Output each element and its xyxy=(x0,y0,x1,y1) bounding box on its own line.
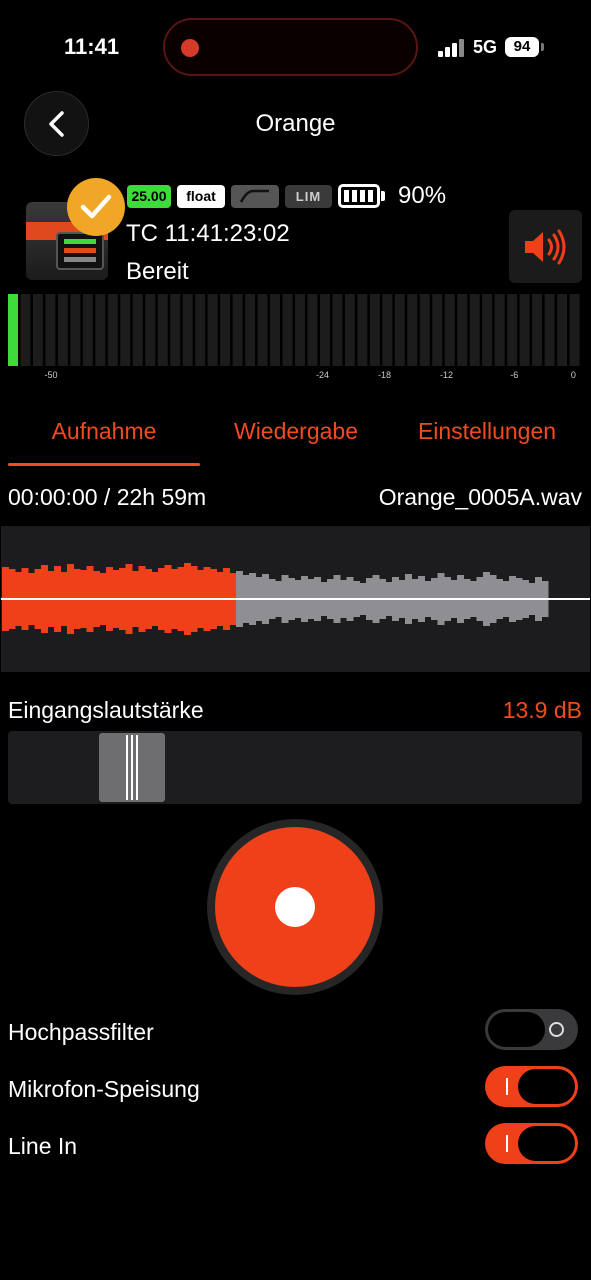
meter-segment xyxy=(482,294,493,366)
meter-segment xyxy=(319,294,330,366)
meter-segment xyxy=(344,294,355,366)
meter-segment xyxy=(457,294,468,366)
meter-segment xyxy=(357,294,368,366)
gain-slider[interactable] xyxy=(8,731,582,804)
tab-wiedergabe[interactable]: Wiedergabe xyxy=(200,418,392,445)
ready-check-icon xyxy=(67,178,125,236)
highpass-label: Hochpassfilter xyxy=(8,1019,154,1045)
record-dot-icon xyxy=(275,887,315,927)
active-tab-indicator xyxy=(8,463,200,466)
dynamic-island xyxy=(163,18,418,76)
meter-segment xyxy=(45,294,56,366)
recording-time: 00:00:00 / 22h 59m xyxy=(8,484,207,510)
meter-scale-label: -18 xyxy=(378,370,392,380)
meter-scale-label: -50 xyxy=(44,370,58,380)
meter-scale-label: 0 xyxy=(570,370,576,380)
meter-scale-label: -6 xyxy=(510,370,519,380)
meter-segment xyxy=(207,294,218,366)
meter-segment xyxy=(382,294,393,366)
record-button[interactable] xyxy=(207,819,383,995)
meter-segment xyxy=(132,294,143,366)
device-battery-icon xyxy=(338,184,380,208)
meter-scale-label: -12 xyxy=(440,370,454,380)
phantom-power-label: Mikrofon-Speisung xyxy=(8,1076,200,1102)
level-meter xyxy=(8,294,580,366)
signal-strength-icon xyxy=(438,39,464,57)
device-state: Bereit xyxy=(126,258,189,285)
meter-segment xyxy=(407,294,418,366)
meter-segment xyxy=(107,294,118,366)
tab-aufnahme[interactable]: Aufnahme xyxy=(8,418,200,445)
meter-segment xyxy=(557,294,568,366)
status-time: 11:41 xyxy=(64,34,120,59)
meter-segment xyxy=(195,294,206,366)
line-in-label: Line In xyxy=(8,1133,78,1159)
gain-slider-thumb[interactable] xyxy=(99,733,166,802)
meter-segment xyxy=(70,294,81,366)
status-battery-nub xyxy=(541,43,544,51)
phantom-power-toggle[interactable] xyxy=(485,1066,578,1107)
meter-segment xyxy=(220,294,231,366)
tab-einstellungen[interactable]: Einstellungen xyxy=(392,418,582,445)
device-battery-nub xyxy=(381,191,385,201)
meter-segment xyxy=(332,294,343,366)
meter-segment xyxy=(57,294,68,366)
meter-segment xyxy=(532,294,543,366)
gain-label: Eingangslautstärke xyxy=(8,697,204,723)
page-title: Orange xyxy=(255,110,336,137)
meter-segment xyxy=(419,294,430,366)
meter-segment xyxy=(444,294,455,366)
timecode: TC 11:41:23:02 xyxy=(126,220,290,247)
meter-segment xyxy=(307,294,318,366)
meter-segment xyxy=(245,294,256,366)
meter-segment xyxy=(469,294,480,366)
device-battery-percent: 90% xyxy=(398,182,447,209)
meter-segment xyxy=(519,294,530,366)
meter-segment xyxy=(82,294,93,366)
meter-segment xyxy=(544,294,555,366)
meter-segment xyxy=(270,294,281,366)
meter-segment xyxy=(157,294,168,366)
speaker-icon xyxy=(525,229,566,265)
meter-segment xyxy=(232,294,243,366)
meter-segment xyxy=(394,294,405,366)
meter-segment xyxy=(120,294,131,366)
speaker-button[interactable] xyxy=(509,210,582,283)
meter-segment xyxy=(145,294,156,366)
meter-segment xyxy=(20,294,31,366)
meter-segment xyxy=(295,294,305,366)
limiter-badge: LIM xyxy=(285,185,332,208)
meter-segment xyxy=(32,294,43,366)
meter-segment xyxy=(95,294,106,366)
meter-segment xyxy=(282,294,293,366)
status-battery: 94 xyxy=(505,37,539,57)
recording-filename: Orange_0005A.wav xyxy=(378,484,582,510)
meter-segment xyxy=(8,294,18,366)
line-in-toggle[interactable] xyxy=(485,1123,578,1164)
meter-segment xyxy=(170,294,181,366)
waveform xyxy=(1,526,590,672)
gain-value: 13.9 dB xyxy=(502,697,582,723)
meter-segment xyxy=(369,294,380,366)
meter-segment xyxy=(507,294,518,366)
meter-segment xyxy=(494,294,505,366)
meter-scale-label: -24 xyxy=(316,370,330,380)
meter-segment xyxy=(182,294,193,366)
level-meter-scale: -50 -24 -18 -12 -6 0 xyxy=(8,370,582,384)
network-type: 5G xyxy=(473,37,498,57)
meter-segment xyxy=(569,294,580,366)
meter-segment xyxy=(432,294,443,366)
meter-segment xyxy=(257,294,268,366)
float-badge: float xyxy=(177,185,225,208)
lowcut-curve-icon xyxy=(231,185,279,208)
recording-indicator-icon xyxy=(181,39,199,57)
framerate-badge: 25.00 xyxy=(127,185,171,208)
highpass-toggle[interactable] xyxy=(485,1009,578,1050)
